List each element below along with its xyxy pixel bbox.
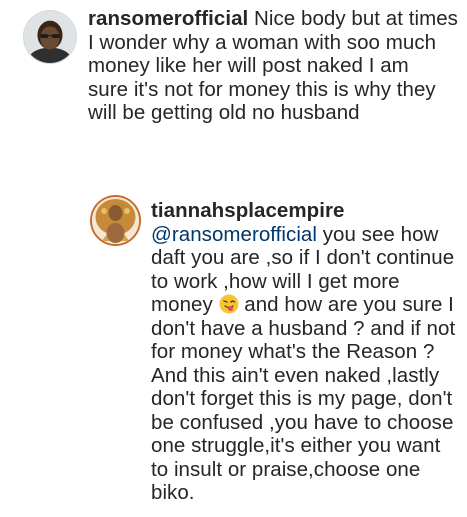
reply-username[interactable]: tiannahsplacempire — [151, 199, 344, 222]
reply-text-line: daft you are ,so if I don't continue — [151, 246, 455, 269]
comment-text-line: sure it's not for money this is why they — [88, 77, 436, 101]
reply-text-line: you see how — [316, 222, 439, 246]
avatar-tiannahsplacempire[interactable] — [92, 197, 139, 244]
user-photo-icon — [24, 11, 76, 63]
comment-text-block: ransomerofficial Nice body but at times … — [88, 7, 460, 125]
reply-text-line: don't forget this is my page, don't — [151, 387, 453, 410]
reply-text-line: one struggle,it's either you want — [151, 434, 441, 457]
reply-text-line: be confused ,you have to choose — [151, 410, 454, 434]
reply-text-line: And this ain't even naked ,lastly — [151, 363, 440, 387]
comment-ransomerofficial: ransomerofficial Nice body but at times … — [23, 7, 463, 125]
reply-text-line: and how are you sure I — [238, 293, 454, 316]
comment-text-line: will be getting old no husband — [88, 101, 360, 124]
comment-text-line: Nice body but at times — [254, 7, 458, 30]
comment-text-line: I wonder why a woman with soo much — [88, 30, 437, 54]
comment-text-line: money like her will post naked I am — [88, 54, 409, 77]
reply-text-line: don't have a husband ? and if not — [151, 316, 456, 340]
avatar-ransomerofficial[interactable] — [23, 10, 77, 64]
reply-text-line: to insult or praise,choose one — [151, 457, 421, 481]
mention-link[interactable]: @ransomerofficial — [151, 223, 317, 246]
reply-text-line: to work ,how will I get more — [151, 269, 400, 293]
user-photo-icon — [92, 197, 139, 244]
reply-text-line: money — [151, 293, 213, 316]
reply-tiannahsplacempire: tiannahsplacempire @ransomerofficial you… — [92, 197, 464, 505]
comment-username[interactable]: ransomerofficial — [88, 7, 248, 30]
reply-text-line: biko. — [151, 481, 195, 504]
reply-text-line: for money what's the Reason ? — [151, 340, 435, 363]
face-with-tongue-emoji-icon — [219, 294, 239, 314]
reply-text-block: tiannahsplacempire @ransomerofficial you… — [151, 199, 463, 505]
